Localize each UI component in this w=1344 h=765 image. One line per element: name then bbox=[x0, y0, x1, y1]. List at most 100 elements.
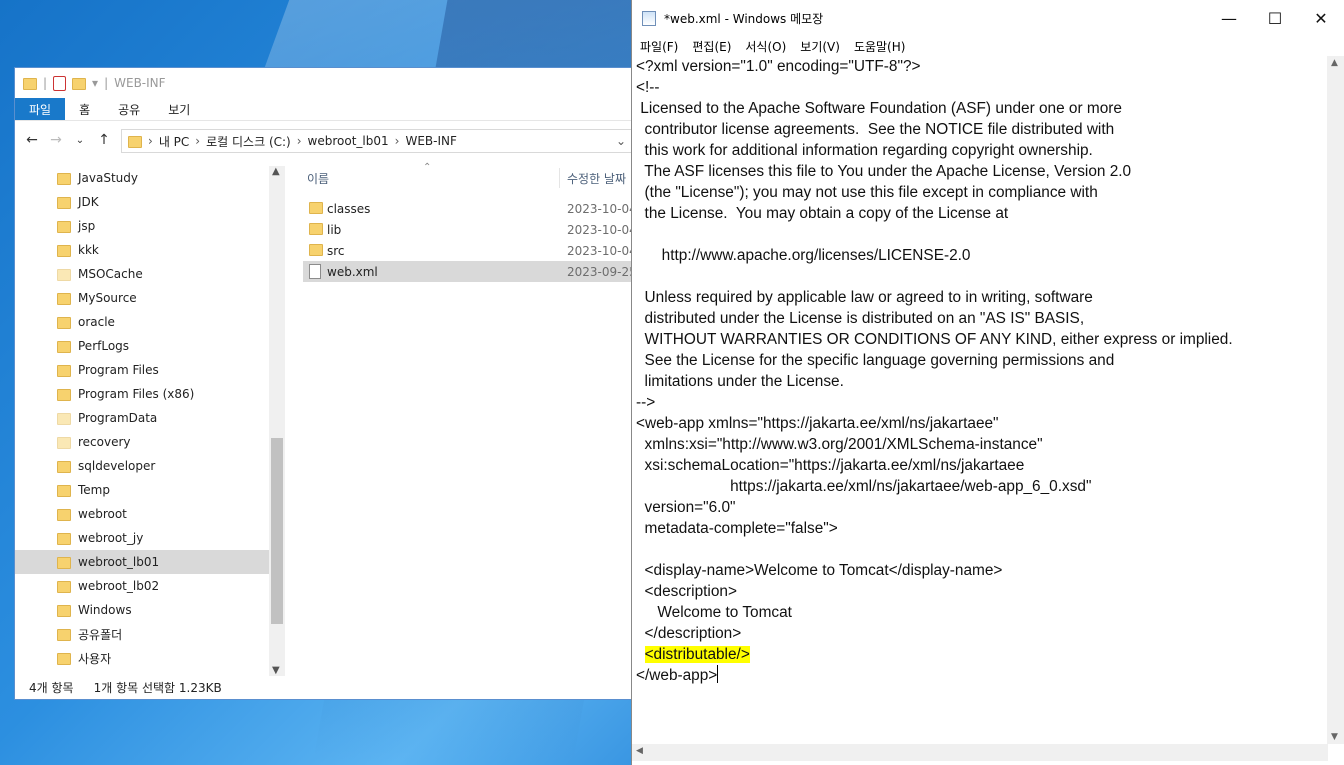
tree-item-label: sqldeveloper bbox=[78, 459, 156, 473]
forward-arrow-icon[interactable]: → bbox=[47, 132, 65, 148]
tree-item-label: 사용자 bbox=[78, 651, 112, 666]
breadcrumb-webroot[interactable]: webroot_lb01 bbox=[308, 134, 389, 148]
text-line-highlighted: <distributable/> bbox=[636, 644, 1329, 665]
menu-edit[interactable]: 편집(E) bbox=[692, 38, 731, 55]
file-row[interactable]: lib 2023-10-04 bbox=[303, 219, 643, 240]
tree-item-label: webroot bbox=[78, 507, 127, 521]
scroll-left-icon[interactable]: ◀ bbox=[636, 746, 643, 756]
tree-item[interactable]: oracle bbox=[15, 310, 283, 334]
tree-scrollbar[interactable]: ▲ ▼ bbox=[269, 166, 285, 676]
breadcrumb-chevron-icon[interactable]: › bbox=[148, 134, 153, 148]
tree-item[interactable]: JavaStudy bbox=[15, 166, 283, 190]
maximize-icon[interactable]: ☐ bbox=[1252, 0, 1298, 36]
folder-icon bbox=[57, 317, 71, 329]
column-header-row: ⌃ 이름 수정한 날짜 bbox=[303, 162, 643, 190]
folder-icon bbox=[309, 244, 323, 256]
text-line: --> bbox=[636, 394, 656, 411]
tree-item[interactable]: 공유폴더 bbox=[15, 622, 283, 646]
tree-item-selected[interactable]: webroot_lb01 bbox=[15, 550, 283, 574]
folder-icon bbox=[57, 245, 71, 257]
new-folder-icon[interactable] bbox=[72, 78, 87, 90]
tab-view[interactable]: 보기 bbox=[154, 98, 204, 120]
back-arrow-icon[interactable]: ← bbox=[23, 132, 41, 148]
text-line: <display-name>Welcome to Tomcat</display… bbox=[636, 562, 1003, 579]
breadcrumb-chevron-icon[interactable]: › bbox=[195, 134, 200, 148]
hidden-folder-icon bbox=[57, 269, 71, 281]
tree-item-label: oracle bbox=[78, 315, 115, 329]
file-row[interactable]: src 2023-10-04 bbox=[303, 240, 643, 261]
folder-icon bbox=[57, 293, 71, 305]
tree-item[interactable]: PerfLogs bbox=[15, 334, 283, 358]
customize-quick-access-icon[interactable]: ▾ bbox=[92, 76, 98, 90]
address-dropdown-icon[interactable]: ⌄ bbox=[616, 134, 626, 148]
selection-info: 1개 항목 선택함 1.23KB bbox=[93, 680, 222, 695]
tree-item[interactable]: MSOCache bbox=[15, 262, 283, 286]
file-row-selected[interactable]: web.xml 2023-09-25 bbox=[303, 261, 643, 282]
quick-access-separator: | bbox=[43, 76, 48, 90]
tree-item-label: MySource bbox=[78, 291, 137, 305]
tab-home[interactable]: 홈 bbox=[65, 98, 104, 120]
folder-icon bbox=[57, 605, 71, 617]
text-line: contributor license agreements. See the … bbox=[636, 121, 1115, 138]
text-line: The ASF licenses this file to You under … bbox=[636, 163, 1132, 180]
tree-item[interactable]: Program Files (x86) bbox=[15, 382, 283, 406]
tree-item[interactable]: recovery bbox=[15, 430, 283, 454]
tree-item-label: 공유폴더 bbox=[78, 627, 123, 642]
title-separator: | bbox=[104, 76, 109, 90]
notepad-icon bbox=[642, 10, 656, 26]
text-line: </description> bbox=[636, 625, 742, 642]
address-bar[interactable]: › 내 PC › 로컬 디스크 (C:) › webroot_lb01 › WE… bbox=[121, 129, 633, 153]
tree-item[interactable]: ProgramData bbox=[15, 406, 283, 430]
text-line: Welcome to Tomcat bbox=[636, 604, 792, 621]
tree-item[interactable]: webroot_jy bbox=[15, 526, 283, 550]
file-name: src bbox=[327, 243, 345, 258]
tree-item-label: JavaStudy bbox=[78, 171, 138, 185]
menu-view[interactable]: 보기(V) bbox=[800, 38, 840, 55]
tab-file[interactable]: 파일 bbox=[15, 98, 66, 120]
tree-item[interactable]: MySource bbox=[15, 286, 283, 310]
tree-item[interactable]: jsp bbox=[15, 214, 283, 238]
breadcrumb-this-pc[interactable]: 내 PC bbox=[159, 133, 189, 150]
file-row[interactable]: classes 2023-10-04 bbox=[303, 198, 643, 219]
breadcrumb-web-inf[interactable]: WEB-INF bbox=[405, 134, 456, 148]
column-header-date[interactable]: 수정한 날짜 bbox=[567, 170, 626, 187]
tab-share[interactable]: 공유 bbox=[104, 98, 154, 120]
tree-item[interactable]: 사용자 bbox=[15, 646, 283, 670]
tree-item-label: Program Files (x86) bbox=[78, 387, 195, 401]
notepad-window: *web.xml - Windows 메모장 — ☐ ✕ 파일(F) 편집(E)… bbox=[631, 0, 1344, 765]
vertical-scrollbar[interactable]: ▲ ▼ bbox=[1327, 56, 1344, 744]
scroll-down-icon[interactable]: ▼ bbox=[1331, 732, 1338, 742]
tree-item[interactable]: Temp bbox=[15, 478, 283, 502]
text-line: Unless required by applicable law or agr… bbox=[636, 289, 1093, 306]
text-editor[interactable]: <?xml version="1.0" encoding="UTF-8"?> <!… bbox=[632, 56, 1329, 744]
tree-item[interactable]: Windows bbox=[15, 598, 283, 622]
column-divider[interactable] bbox=[559, 168, 560, 188]
tree-item[interactable]: kkk bbox=[15, 238, 283, 262]
text-line: See the License for the specific languag… bbox=[636, 352, 1115, 369]
explorer-titlebar: | ▾ | WEB-INF bbox=[15, 68, 643, 98]
breadcrumb-chevron-icon[interactable]: › bbox=[297, 134, 302, 148]
minimize-icon[interactable]: — bbox=[1206, 0, 1252, 36]
up-arrow-icon[interactable]: ↑ bbox=[95, 132, 113, 148]
breadcrumb-chevron-icon[interactable]: › bbox=[395, 134, 400, 148]
scrollbar-thumb[interactable] bbox=[271, 438, 283, 624]
tree-item[interactable]: sqldeveloper bbox=[15, 454, 283, 478]
tree-item[interactable]: webroot_lb02 bbox=[15, 574, 283, 598]
tree-item[interactable]: Program Files bbox=[15, 358, 283, 382]
breadcrumb-local-disk[interactable]: 로컬 디스크 (C:) bbox=[206, 133, 291, 150]
scroll-up-icon[interactable]: ▲ bbox=[272, 166, 280, 177]
properties-icon[interactable] bbox=[53, 75, 67, 91]
tree-item[interactable]: webroot bbox=[15, 502, 283, 526]
tree-item-label: recovery bbox=[78, 435, 131, 449]
close-icon[interactable]: ✕ bbox=[1298, 0, 1344, 36]
recent-locations-chevron-icon[interactable]: ⌄ bbox=[71, 135, 89, 146]
scroll-up-icon[interactable]: ▲ bbox=[1331, 58, 1338, 68]
column-header-name[interactable]: 이름 bbox=[307, 170, 329, 187]
menu-format[interactable]: 서식(O) bbox=[745, 38, 786, 55]
menu-file[interactable]: 파일(F) bbox=[640, 38, 678, 55]
tree-item[interactable]: JDK bbox=[15, 190, 283, 214]
tree-item-label: Temp bbox=[78, 483, 110, 497]
horizontal-scrollbar[interactable]: ◀ bbox=[632, 744, 1328, 761]
menu-help[interactable]: 도움말(H) bbox=[854, 38, 906, 55]
